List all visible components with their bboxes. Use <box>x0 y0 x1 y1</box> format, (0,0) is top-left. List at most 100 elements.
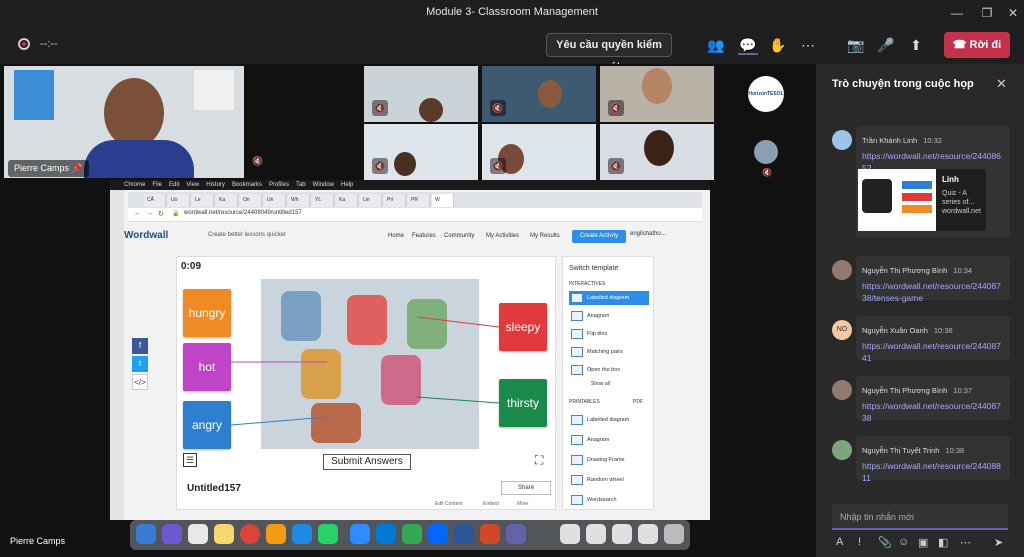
chat-icon[interactable]: 💬 <box>738 35 758 55</box>
show-all-link[interactable]: Show all <box>591 381 610 387</box>
nav-home[interactable]: Home <box>388 233 404 239</box>
template-item[interactable]: Random wheel <box>569 473 649 487</box>
nav-features[interactable]: Features <box>412 233 436 239</box>
powerpoint-icon[interactable] <box>480 524 500 544</box>
nav-my-results[interactable]: My Results <box>530 233 560 239</box>
presenter-video-tile[interactable]: Pierre Camps 📌 <box>4 66 244 178</box>
game-panel[interactable]: 0:09 hungry hot angry sleepy thirsty ☰ S… <box>176 256 556 510</box>
template-item[interactable]: Anagram <box>569 309 649 323</box>
reactions-icon[interactable]: ✋ <box>768 35 788 55</box>
browser-tab[interactable]: PR <box>408 194 430 207</box>
request-control-button[interactable]: Yêu cầu quyền kiểm soát <box>546 33 672 73</box>
launchpad-icon[interactable] <box>188 524 208 544</box>
participant-avatar[interactable] <box>754 140 778 164</box>
reload-icon[interactable]: ↻ <box>158 210 164 218</box>
message-link[interactable]: https://wordwall.net/resource/24408741 <box>862 340 1004 364</box>
browser-tab[interactable]: Ka <box>336 194 358 207</box>
browser-tab[interactable]: Uo <box>168 194 190 207</box>
word-tile-sleepy[interactable]: sleepy <box>499 303 547 351</box>
outlook-icon[interactable] <box>376 524 396 544</box>
leave-button[interactable]: ☎ Rời đi <box>944 32 1010 58</box>
emoji-icon[interactable]: ☺ <box>898 536 909 548</box>
close-window-icon[interactable]: ✕ <box>998 3 1024 23</box>
edit-content-link[interactable]: Edit Content <box>435 501 463 507</box>
participant-tile[interactable]: 🔇 <box>600 66 714 122</box>
message-link[interactable]: https://wordwall.net/resource/24408811 <box>862 460 1004 484</box>
url-text[interactable]: wordwall.net/resource/24408049/untitled1… <box>184 210 302 216</box>
word-icon[interactable] <box>454 524 474 544</box>
minimize-icon[interactable]: — <box>942 3 972 23</box>
zoom-icon[interactable] <box>350 524 370 544</box>
submit-answers-button[interactable]: Submit Answers <box>323 454 411 470</box>
template-item[interactable]: Open the box <box>569 363 649 377</box>
nav-my-activities[interactable]: My Activities <box>486 233 519 239</box>
camera-off-icon[interactable]: 📷 <box>846 35 866 55</box>
browser-tab[interactable]: Lin <box>360 194 382 207</box>
browser-tab[interactable]: Un <box>264 194 286 207</box>
back-icon[interactable]: ← <box>134 210 141 217</box>
sticker-icon[interactable]: ◧ <box>938 536 948 549</box>
mic-off-icon[interactable]: 🎤 <box>876 35 896 55</box>
chrome-icon[interactable] <box>240 524 260 544</box>
browser-tab[interactable]: Pri <box>384 194 406 207</box>
template-item[interactable]: Labelled diagram <box>569 291 649 305</box>
priority-icon[interactable]: ! <box>858 536 861 548</box>
participant-tile[interactable]: 🔇 <box>364 66 478 122</box>
chat-message-input[interactable]: Nhập tin nhắn mới <box>832 504 1008 530</box>
participant-tile[interactable]: 🔇 <box>364 124 478 180</box>
browser-tab[interactable]: Ka <box>216 194 238 207</box>
siri-icon[interactable] <box>162 524 182 544</box>
nav-community[interactable]: Community <box>444 233 474 239</box>
browser-tab[interactable]: CÂ <box>144 194 166 207</box>
template-item[interactable]: Flip tiles <box>569 327 649 341</box>
browser-tab-active[interactable]: W <box>432 194 454 207</box>
send-icon[interactable]: ➤ <box>994 536 1003 549</box>
participants-icon[interactable]: 👥 <box>706 35 726 55</box>
attach-icon[interactable]: 📎 <box>878 536 892 549</box>
message-link[interactable]: https://wordwall.net/resource/24408738 <box>862 400 1004 424</box>
create-activity-button[interactable]: Create Activity <box>572 230 626 243</box>
browser-tab[interactable]: Wh <box>288 194 310 207</box>
dock-document-icon[interactable] <box>586 524 606 544</box>
forward-icon[interactable]: → <box>146 210 153 217</box>
trash-icon[interactable] <box>664 524 684 544</box>
embed-link[interactable]: Embed <box>483 501 499 507</box>
notes-icon[interactable] <box>214 524 234 544</box>
more-link[interactable]: More <box>517 501 528 507</box>
embed-code-icon[interactable]: </> <box>132 374 148 390</box>
browser-tab[interactable]: Le <box>192 194 214 207</box>
template-item[interactable]: Labelled diagram <box>569 413 649 427</box>
browser-tab[interactable]: On <box>240 194 262 207</box>
link-preview-card[interactable]: Linh Quiz - A series of... wordwall.net <box>858 169 986 231</box>
app-store-icon[interactable] <box>292 524 312 544</box>
shared-screen[interactable]: Chrome File Edit View History Bookmarks Profil… <box>110 180 710 520</box>
close-chat-icon[interactable]: ✕ <box>996 76 1007 92</box>
participant-tile[interactable]: 🔇 <box>482 124 596 180</box>
finder-icon[interactable] <box>136 524 156 544</box>
teams-icon[interactable] <box>506 524 526 544</box>
account-menu[interactable]: englishatho... <box>630 231 666 237</box>
share-button[interactable]: Share <box>501 481 551 495</box>
menu-icon[interactable]: ☰ <box>183 453 197 467</box>
browser-tab[interactable]: YL <box>312 194 334 207</box>
word-tile-thirsty[interactable]: thirsty <box>499 379 547 427</box>
more-icon[interactable]: ⋯ <box>960 536 971 549</box>
dock-document-icon[interactable] <box>638 524 658 544</box>
gif-icon[interactable]: ▣ <box>918 536 928 549</box>
template-item[interactable]: Anagram <box>569 433 649 447</box>
dock-document-icon[interactable] <box>560 524 580 544</box>
message-link[interactable]: https://wordwall.net/resource/24408738/t… <box>862 280 1004 304</box>
twitter-share-icon[interactable]: t <box>132 356 148 372</box>
dock-document-icon[interactable] <box>612 524 632 544</box>
template-item[interactable]: Drawing Frame <box>569 453 649 467</box>
share-screen-icon[interactable]: ⬆ <box>906 35 926 55</box>
participant-tile[interactable]: 🔇 <box>482 66 596 122</box>
facebook-share-icon[interactable]: f <box>132 338 148 354</box>
format-icon[interactable]: A <box>836 536 843 548</box>
whatsapp-icon[interactable] <box>318 524 338 544</box>
template-item[interactable]: Wordsearch <box>569 493 649 507</box>
more-options-icon[interactable]: ⋯ <box>798 35 818 55</box>
calendar-icon[interactable] <box>402 524 422 544</box>
participant-tile[interactable]: 🔇 <box>600 124 714 180</box>
address-bar[interactable]: ← → ↻ 🔒 wordwall.net/resource/24408049/u… <box>128 208 702 222</box>
